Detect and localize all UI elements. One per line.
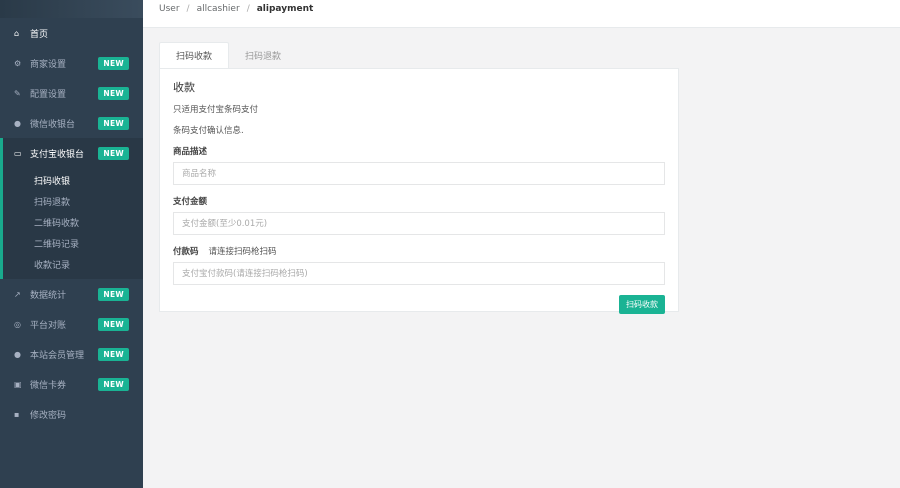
nav-item-reconciliation[interactable]: ◎ 平台对账 NEW [0, 309, 143, 339]
hint-text: 只适用支付宝条码支付 [173, 105, 259, 115]
product-name-input[interactable] [173, 162, 665, 185]
breadcrumb-item-allcashier[interactable]: allcashier [197, 4, 240, 14]
tab-scan-refund[interactable]: 扫码退款 [229, 42, 297, 68]
lock-icon: ▪ [14, 409, 20, 419]
nav-item-wechat-coupons[interactable]: ▣ 微信卡券 NEW [0, 369, 143, 399]
nav-item-member-management[interactable]: ● 本站会员管理 NEW [0, 339, 143, 369]
new-badge: NEW [98, 348, 129, 361]
breadcrumb-item-user[interactable]: User [159, 4, 180, 14]
new-badge: NEW [98, 288, 129, 301]
payment-code-label-row: 付款码 请连接扫码枪扫码 [173, 245, 665, 257]
home-icon: ⌂ [14, 28, 20, 38]
hint-text: 条码支付确认信息. [173, 126, 244, 136]
globe-icon: ◎ [14, 319, 21, 329]
breadcrumb-separator: / [186, 4, 190, 14]
new-badge: NEW [98, 378, 129, 391]
new-badge: NEW [98, 87, 129, 100]
payment-code-hint: 请连接扫码枪扫码 [208, 247, 277, 257]
breadcrumb-item-current: alipayment [256, 4, 314, 14]
breadcrumb: User / allcashier / alipayment [143, 0, 900, 28]
alipay-submenu: 扫码收银 扫码退款 二维码收款 二维码记录 收款记录 [0, 168, 143, 279]
button-row: 扫码收款 [173, 295, 665, 314]
wrench-icon: ✎ [14, 88, 21, 98]
nav-item-change-password[interactable]: ▪ 修改密码 [0, 399, 143, 429]
nav-item-merchant-settings[interactable]: ⚙ 商家设置 NEW [0, 48, 143, 78]
breadcrumb-separator: / [246, 4, 250, 14]
sidebar-header [0, 0, 143, 18]
user-icon: ● [14, 349, 21, 359]
new-badge: NEW [98, 318, 129, 331]
payment-panel-wrapper: 扫码收款 扫码退款 收款 只适用支付宝条码支付 条码支付确认信息. 商品描述 支… [159, 42, 679, 314]
main-content: User / allcashier / alipayment 扫码收款 扫码退款… [143, 0, 900, 488]
amount-label: 支付金额 [173, 197, 208, 207]
submenu-item-scan-collect[interactable]: 扫码收银 [3, 170, 143, 191]
new-badge: NEW [98, 57, 129, 70]
new-badge: NEW [98, 117, 129, 130]
new-badge: NEW [98, 147, 129, 160]
nav-label: 修改密码 [30, 410, 67, 421]
gears-icon: ⚙ [14, 58, 22, 68]
nav-item-wechat-cashier[interactable]: ● 微信收银台 NEW [0, 108, 143, 138]
wechat-icon: ● [14, 118, 21, 128]
nav-label: 首页 [30, 29, 49, 40]
tab-scan-collect[interactable]: 扫码收款 [159, 42, 230, 68]
laptop-icon: ▭ [14, 148, 22, 158]
tab-bar: 扫码收款 扫码退款 [159, 42, 679, 68]
scan-collect-button[interactable]: 扫码收款 [619, 295, 665, 314]
submenu-item-scan-refund[interactable]: 扫码退款 [3, 191, 143, 212]
payment-code-label: 付款码 [173, 247, 199, 257]
submenu-item-payment-records[interactable]: 收款记录 [3, 254, 143, 275]
submenu-item-qrcode-collect[interactable]: 二维码收款 [3, 212, 143, 233]
line-chart-icon: ↗ [14, 289, 21, 299]
ticket-icon: ▣ [14, 379, 22, 389]
nav-item-statistics[interactable]: ↗ 数据统计 NEW [0, 279, 143, 309]
payment-form-panel: 收款 只适用支付宝条码支付 条码支付确认信息. 商品描述 支付金额 付款码请连接… [159, 68, 679, 314]
product-description-label: 商品描述 [173, 147, 208, 157]
nav-item-alipay-cashier[interactable]: ▭ 支付宝收银台 NEW [0, 138, 143, 168]
submenu-item-qrcode-records[interactable]: 二维码记录 [3, 233, 143, 254]
amount-input[interactable] [173, 212, 665, 235]
nav-item-home[interactable]: ⌂ 首页 [0, 18, 143, 48]
panel-title: 收款 [173, 81, 195, 94]
nav-item-config-settings[interactable]: ✎ 配置设置 NEW [0, 78, 143, 108]
payment-code-input[interactable] [173, 262, 665, 285]
sidebar: ⌂ 首页 ⚙ 商家设置 NEW ✎ 配置设置 NEW ● 微信收银台 NEW ▭… [0, 0, 143, 488]
